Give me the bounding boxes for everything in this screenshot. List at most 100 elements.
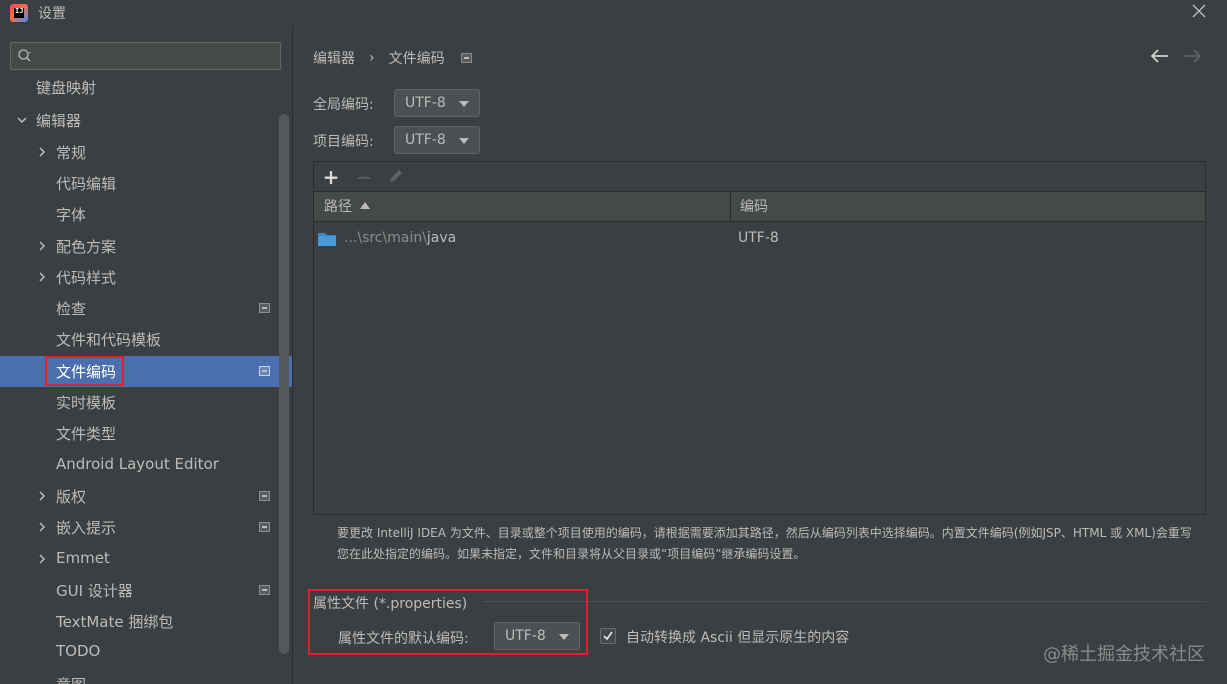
sort-ascending-icon: [360, 202, 370, 209]
sidebar-item[interactable]: 检查: [0, 293, 277, 324]
encoding-description: 要更改 IntelliJ IDEA 为文件、目录或整个项目使用的编码，请根据需要…: [337, 526, 1192, 561]
sidebar-item-label: Android Layout Editor: [56, 454, 219, 473]
sidebar-item[interactable]: 字体: [0, 199, 277, 230]
chevron-down-icon: [459, 138, 469, 144]
properties-encoding-select[interactable]: UTF-8: [494, 622, 580, 650]
table-header: 路径 编码: [314, 192, 1205, 222]
global-encoding-label: 全局编码:: [313, 97, 374, 113]
sidebar-item-label: 意图: [56, 674, 86, 684]
search-icon: [18, 49, 31, 62]
global-encoding-select[interactable]: UTF-8: [394, 89, 480, 117]
close-icon[interactable]: [1189, 2, 1209, 22]
sidebar-item[interactable]: GUI 设计器: [0, 575, 277, 606]
project-scope-icon: [259, 490, 270, 501]
chevron-down-icon: [459, 101, 469, 107]
chevron-right-icon[interactable]: [36, 240, 48, 252]
project-encoding-label: 项目编码:: [313, 134, 374, 150]
sidebar-item-label: 文件和代码模板: [56, 331, 162, 350]
ascii-conversion-label[interactable]: 自动转换成 Ascii 但显示原生的内容: [626, 627, 849, 647]
sidebar-item[interactable]: 常规: [0, 137, 277, 168]
column-separator[interactable]: [730, 192, 731, 222]
chevron-right-icon[interactable]: [36, 553, 48, 565]
sidebar-item[interactable]: Emmet: [0, 544, 277, 575]
sidebar-item[interactable]: 代码编辑: [0, 168, 277, 199]
sidebar-item-label: 版权: [56, 487, 87, 506]
add-icon[interactable]: +: [321, 167, 341, 187]
chevron-right-icon[interactable]: [36, 521, 48, 533]
watermark-text: @稀土掘金技术社区: [1043, 644, 1205, 665]
sidebar-item[interactable]: 实时模板: [0, 387, 277, 418]
sidebar-scrollbar[interactable]: [279, 114, 289, 654]
folder-icon: [318, 233, 336, 246]
properties-section-title: 属性文件 (*.properties): [313, 596, 468, 612]
breadcrumb-parent[interactable]: 编辑器: [313, 48, 355, 68]
sidebar-item-label: 嵌入提示: [56, 519, 117, 538]
project-scope-icon: [259, 522, 270, 533]
sidebar-item-label: 文件类型: [56, 425, 117, 444]
chevron-right-icon[interactable]: [36, 271, 48, 283]
sidebar-item-label: 代码样式: [56, 268, 117, 287]
column-header-path[interactable]: 路径: [324, 192, 370, 222]
settings-search-input[interactable]: [10, 42, 281, 70]
sidebar-item[interactable]: TODO: [0, 637, 277, 668]
table-row[interactable]: ...\src\main\java UTF-8: [314, 224, 1205, 254]
project-encoding-value: UTF-8: [405, 132, 446, 148]
section-divider: [483, 601, 1206, 602]
sidebar-item-label: 文件编码: [56, 362, 117, 381]
properties-encoding-value: UTF-8: [505, 628, 546, 644]
properties-default-encoding-label: 属性文件的默认编码:: [338, 631, 469, 647]
chevron-right-icon[interactable]: [36, 146, 48, 158]
sidebar-item-label: 代码编辑: [56, 174, 117, 193]
sidebar-item[interactable]: 意图: [0, 669, 277, 684]
sidebar-item[interactable]: 代码样式: [0, 262, 277, 293]
column-header-encoding[interactable]: 编码: [740, 192, 768, 222]
sidebar-item[interactable]: Android Layout Editor: [0, 450, 277, 481]
project-scope-icon: [259, 365, 270, 376]
sidebar-item[interactable]: 文件和代码模板: [0, 324, 277, 355]
sidebar-item-label: 字体: [56, 206, 87, 225]
sidebar-item[interactable]: 文件编码: [0, 355, 292, 387]
project-scope-icon: [259, 584, 270, 595]
cell-encoding[interactable]: UTF-8: [738, 230, 779, 246]
title-bar: IJ 设置: [0, 0, 1227, 26]
breadcrumb-separator: ›: [369, 50, 375, 66]
sidebar-item-label: 常规: [56, 143, 87, 162]
project-scope-icon: [460, 53, 472, 63]
sidebar-item[interactable]: 配色方案: [0, 231, 277, 262]
sidebar-item-label: 编辑器: [36, 112, 82, 131]
checkmark-icon: [603, 631, 613, 641]
sidebar-item-label: 检查: [56, 300, 87, 319]
sidebar-item[interactable]: 嵌入提示: [0, 512, 277, 543]
back-arrow-icon[interactable]: [1150, 46, 1171, 66]
edit-icon: [386, 167, 406, 187]
sidebar-item[interactable]: TextMate 捆绑包: [0, 606, 277, 637]
sidebar-item-label: 实时模板: [56, 394, 117, 412]
ascii-conversion-checkbox[interactable]: [600, 628, 616, 644]
sidebar-item[interactable]: 键盘映射: [0, 72, 277, 103]
intellij-app-icon: IJ: [10, 4, 28, 22]
project-scope-icon: [259, 303, 270, 314]
sidebar-item-label: GUI 设计器: [56, 581, 133, 600]
table-toolbar: + −: [314, 162, 1205, 192]
sidebar-item-label: Emmet: [56, 548, 110, 567]
sidebar-item-label: TODO: [56, 642, 101, 661]
breadcrumb-current: 文件编码: [388, 51, 445, 67]
forward-arrow-icon: [1183, 46, 1203, 66]
settings-sidebar: 键盘映射编辑器常规代码编辑字体配色方案代码样式检查文件和代码模板 文件编码实时模板…: [0, 26, 292, 684]
chevron-down-icon: [559, 634, 569, 640]
sidebar-item[interactable]: 文件类型: [0, 418, 277, 449]
sidebar-item[interactable]: 版权: [0, 481, 277, 512]
global-encoding-value: UTF-8: [405, 95, 446, 111]
window-title: 设置: [38, 6, 66, 22]
path-encoding-table: + − 路径 编码 ...\src\main\java UTF-8: [313, 161, 1206, 515]
settings-main-panel: 编辑器 › 文件编码 全局编码: UTF-8 项目编码: UTF-8 + − 路…: [293, 26, 1227, 684]
sidebar-item-label: 键盘映射: [36, 79, 97, 97]
sidebar-item-label: TextMate 捆绑包: [56, 613, 174, 632]
breadcrumb: 编辑器 › 文件编码: [313, 48, 472, 68]
sidebar-item-label: 配色方案: [56, 237, 117, 256]
remove-icon: −: [355, 165, 373, 189]
project-encoding-select[interactable]: UTF-8: [394, 126, 480, 154]
sidebar-item[interactable]: 编辑器: [0, 105, 277, 136]
chevron-right-icon[interactable]: [36, 490, 48, 502]
chevron-down-icon[interactable]: [16, 114, 28, 126]
